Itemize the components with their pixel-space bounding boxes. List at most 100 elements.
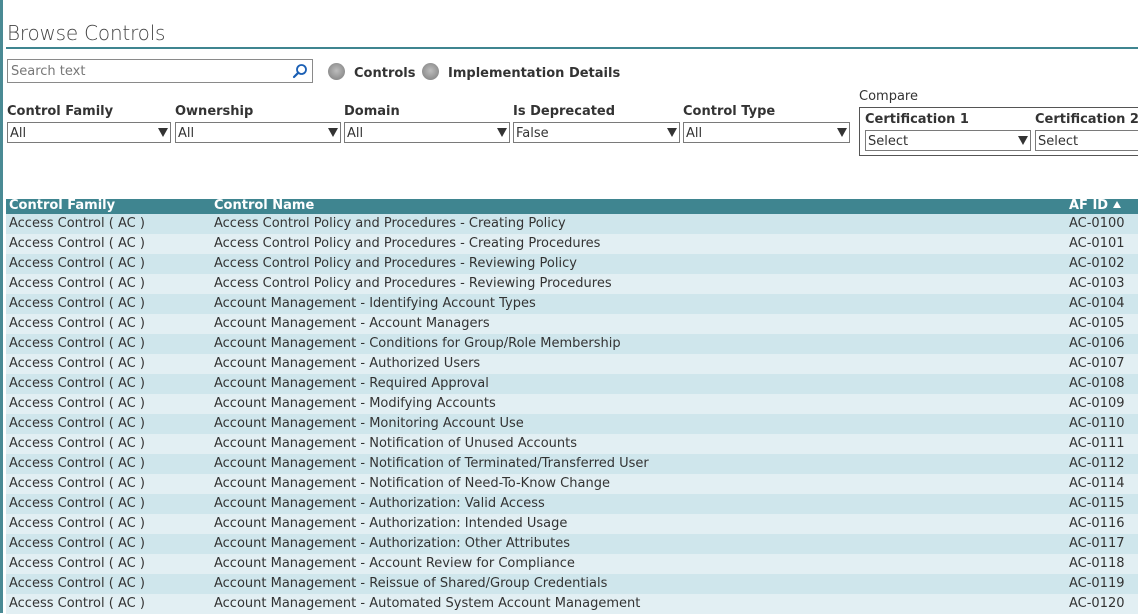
cell-control-family: Access Control ( AC ): [9, 536, 145, 551]
cell-af-id: AC-0106: [1069, 336, 1125, 351]
cell-control-family: Access Control ( AC ): [9, 456, 145, 471]
cell-control-family: Access Control ( AC ): [9, 276, 145, 291]
radio-button-implementation-details[interactable]: [422, 63, 439, 80]
table-row[interactable]: Access Control ( AC ) Account Management …: [6, 454, 1138, 474]
column-header-af-id[interactable]: AF ID: [1069, 198, 1122, 214]
table-row[interactable]: Access Control ( AC ) Account Management …: [6, 554, 1138, 574]
filter-ownership: Ownership All: [175, 104, 341, 143]
chevron-down-icon: [497, 128, 507, 137]
cell-control-family: Access Control ( AC ): [9, 296, 145, 311]
filter-certification-1: Certification 1 Select: [865, 112, 1031, 151]
table-row[interactable]: Access Control ( AC ) Access Control Poli…: [6, 214, 1138, 234]
cell-control-name: Account Management - Notification of Unu…: [214, 436, 578, 451]
select-value: All: [686, 126, 703, 141]
cell-af-id: AC-0111: [1069, 436, 1125, 451]
certification-2-select[interactable]: Select: [1035, 130, 1138, 151]
filter-label: Control Family: [7, 104, 114, 119]
select-value: Select: [1038, 134, 1079, 149]
chevron-down-icon: [328, 128, 338, 137]
cell-af-id: AC-0107: [1069, 356, 1125, 371]
cell-control-name: Access Control Policy and Procedures - R…: [214, 256, 577, 271]
table-row[interactable]: Access Control ( AC ) Access Control Poli…: [6, 254, 1138, 274]
control-type-select[interactable]: All: [683, 122, 850, 143]
cell-control-family: Access Control ( AC ): [9, 496, 145, 511]
radio-button-controls[interactable]: [328, 63, 345, 80]
search-input[interactable]: [8, 60, 284, 83]
cell-af-id: AC-0102: [1069, 256, 1125, 271]
cell-control-family: Access Control ( AC ): [9, 396, 145, 411]
cell-control-family: Access Control ( AC ): [9, 336, 145, 351]
cell-af-id: AC-0117: [1069, 536, 1125, 551]
cell-control-name: Access Control Policy and Procedures - R…: [214, 276, 612, 291]
chevron-down-icon: [837, 128, 847, 137]
cell-control-family: Access Control ( AC ): [9, 236, 145, 251]
table-row[interactable]: Access Control ( AC ) Access Control Poli…: [6, 274, 1138, 294]
domain-select[interactable]: All: [344, 122, 510, 143]
radio-label-implementation-details: Implementation Details: [448, 66, 621, 81]
table-row[interactable]: Access Control ( AC ) Account Management …: [6, 474, 1138, 494]
table-row[interactable]: Access Control ( AC ) Account Management …: [6, 414, 1138, 434]
cell-af-id: AC-0119: [1069, 576, 1125, 591]
ownership-select[interactable]: All: [175, 122, 341, 143]
cell-control-family: Access Control ( AC ): [9, 356, 145, 371]
title-divider: [6, 47, 1138, 49]
radio-controls[interactable]: Controls: [328, 62, 415, 81]
cell-af-id: AC-0115: [1069, 496, 1125, 511]
chevron-down-icon: [1018, 136, 1028, 145]
table-row[interactable]: Access Control ( AC ) Account Management …: [6, 434, 1138, 454]
cell-control-family: Access Control ( AC ): [9, 216, 145, 231]
column-header-af-id-label: AF ID: [1069, 198, 1109, 213]
filter-label: Ownership: [175, 104, 254, 119]
certification-1-select[interactable]: Select: [865, 130, 1031, 151]
table-row[interactable]: Access Control ( AC ) Account Management …: [6, 294, 1138, 314]
table-row[interactable]: Access Control ( AC ) Account Management …: [6, 374, 1138, 394]
cell-af-id: AC-0104: [1069, 296, 1125, 311]
cell-af-id: AC-0112: [1069, 456, 1125, 471]
page-title: Browse Controls: [7, 21, 166, 45]
filter-control-type: Control Type All: [683, 104, 850, 143]
cell-control-name: Account Management - Authorization: Inte…: [214, 516, 568, 531]
cell-control-family: Access Control ( AC ): [9, 436, 145, 451]
search-box: [7, 59, 313, 83]
table-row[interactable]: Access Control ( AC ) Access Control Poli…: [6, 234, 1138, 254]
table-row[interactable]: Access Control ( AC ) Account Management …: [6, 574, 1138, 594]
cell-control-name: Account Management - Authorization: Vali…: [214, 496, 545, 511]
table-row[interactable]: Access Control ( AC ) Account Management …: [6, 494, 1138, 514]
table-row[interactable]: Access Control ( AC ) Account Management …: [6, 594, 1138, 614]
cell-control-family: Access Control ( AC ): [9, 576, 145, 591]
cell-af-id: AC-0105: [1069, 316, 1125, 331]
control-family-select[interactable]: All: [7, 122, 171, 143]
table-row[interactable]: Access Control ( AC ) Account Management …: [6, 394, 1138, 414]
cell-control-name: Account Management - Account Review for …: [214, 556, 575, 571]
cell-af-id: AC-0114: [1069, 476, 1125, 491]
select-value: Select: [868, 134, 909, 149]
compare-panel: Certification 1 Select Certification 2 S…: [859, 107, 1138, 156]
column-header-control-family[interactable]: Control Family: [9, 198, 115, 214]
select-value: All: [347, 126, 364, 141]
search-icon[interactable]: [292, 63, 308, 79]
radio-implementation-details[interactable]: Implementation Details: [422, 62, 620, 81]
controls-grid: Control Family Control Name AF ID Access…: [6, 198, 1138, 614]
column-header-control-name[interactable]: Control Name: [214, 198, 314, 214]
cell-control-name: Account Management - Reissue of Shared/G…: [214, 576, 608, 591]
is-deprecated-select[interactable]: False: [513, 122, 680, 143]
cell-control-name: Account Management - Authorized Users: [214, 356, 481, 371]
cell-af-id: AC-0109: [1069, 396, 1125, 411]
cell-af-id: AC-0116: [1069, 516, 1125, 531]
select-value: All: [178, 126, 195, 141]
table-row[interactable]: Access Control ( AC ) Account Management …: [6, 314, 1138, 334]
select-value: All: [10, 126, 27, 141]
radio-label-controls: Controls: [354, 66, 416, 81]
cell-control-family: Access Control ( AC ): [9, 476, 145, 491]
table-row[interactable]: Access Control ( AC ) Account Management …: [6, 534, 1138, 554]
cell-control-name: Account Management - Notification of Ter…: [214, 456, 649, 471]
cell-af-id: AC-0118: [1069, 556, 1125, 571]
cell-control-name: Access Control Policy and Procedures - C…: [214, 236, 601, 251]
cell-control-family: Access Control ( AC ): [9, 416, 145, 431]
cell-control-name: Account Management - Conditions for Grou…: [214, 336, 621, 351]
table-row[interactable]: Access Control ( AC ) Account Management …: [6, 514, 1138, 534]
table-row[interactable]: Access Control ( AC ) Account Management …: [6, 354, 1138, 374]
cell-control-name: Access Control Policy and Procedures - C…: [214, 216, 566, 231]
table-row[interactable]: Access Control ( AC ) Account Management …: [6, 334, 1138, 354]
cell-af-id: AC-0101: [1069, 236, 1125, 251]
